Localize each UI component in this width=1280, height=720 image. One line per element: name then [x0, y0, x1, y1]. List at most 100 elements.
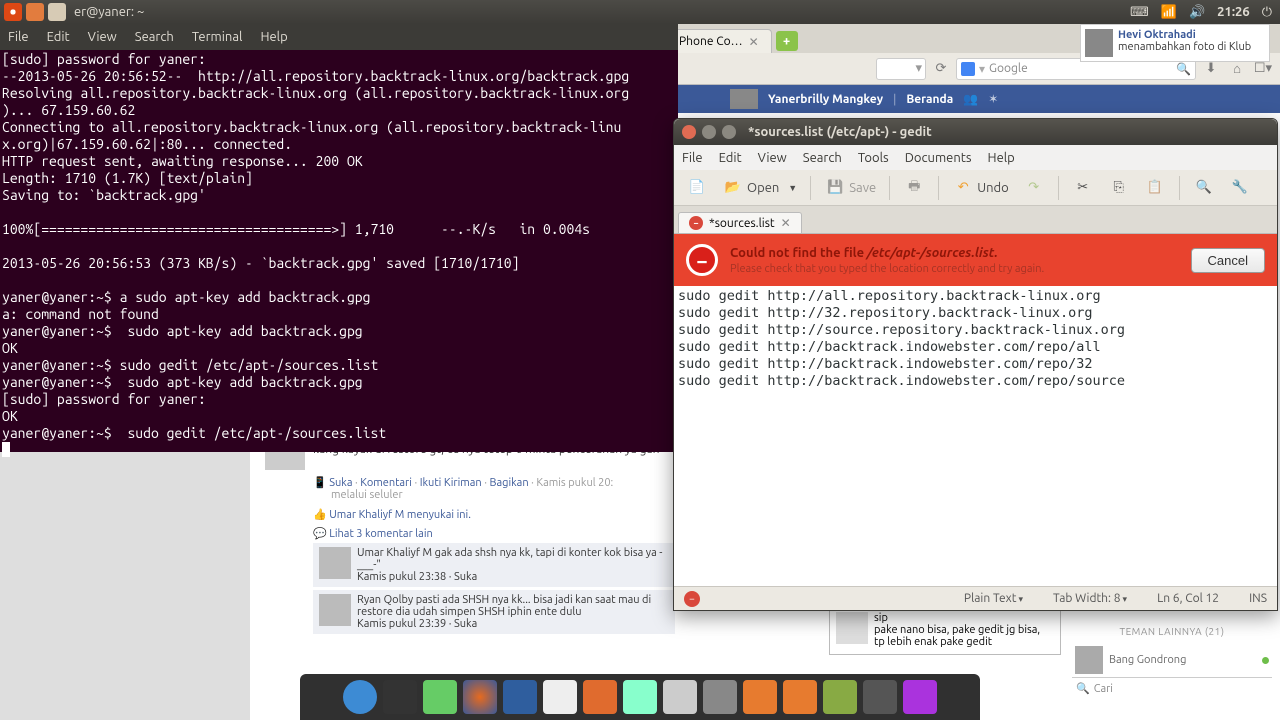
fb-home-link[interactable]: Beranda: [906, 93, 953, 106]
browser-tab[interactable]: Phone Co… ✕: [670, 29, 772, 53]
software-center-icon[interactable]: [583, 680, 617, 714]
keyboard-icon[interactable]: ⌨: [1130, 5, 1149, 20]
find-button[interactable]: 🔍: [1189, 174, 1219, 202]
terminal-output[interactable]: [sudo] password for yaner: --2013-05-26 …: [0, 50, 678, 462]
app-icon[interactable]: [823, 680, 857, 714]
app-icon[interactable]: [703, 680, 737, 714]
notif-name: Hevi Oktrahadi: [1118, 29, 1251, 41]
friends-icon[interactable]: 👥: [963, 92, 978, 106]
close-icon[interactable]: ✕: [781, 216, 791, 230]
error-path: /etc/apt-/sources.list.: [867, 246, 998, 260]
notification-toast[interactable]: Hevi Oktrahadi menambahkan foto di Klub: [1080, 24, 1270, 62]
url-bar-end[interactable]: ▾: [876, 58, 926, 80]
new-button[interactable]: 📄: [682, 174, 712, 202]
error-infobar: − Could not find the file /etc/apt-/sour…: [674, 234, 1277, 286]
settings-icon[interactable]: ✶: [988, 92, 998, 106]
gedit-toolbar: 📄 📂Open▼ 💾Save 🖶 ↶Undo ↷ ✂ ⎘ 📋 🔍 🔧: [674, 170, 1277, 206]
menu-edit[interactable]: Edit: [719, 151, 742, 165]
more-comments-link[interactable]: 💬 Lihat 3 komentar lain: [313, 524, 675, 543]
search-icon[interactable]: 🔍: [1176, 62, 1191, 76]
comment-author[interactable]: Ryan Qolby: [357, 594, 413, 606]
menu-terminal[interactable]: Terminal: [192, 29, 243, 46]
menu-tools[interactable]: Tools: [858, 151, 889, 165]
minimize-icon[interactable]: [702, 125, 716, 139]
ubuntu-icon[interactable]: [4, 3, 22, 21]
files-icon[interactable]: [623, 680, 657, 714]
app-icon[interactable]: [543, 680, 577, 714]
chat-search[interactable]: 🔍 Cari: [1072, 677, 1272, 699]
gedit-icon[interactable]: [423, 680, 457, 714]
print-button[interactable]: 🖶: [899, 174, 929, 202]
menu-help[interactable]: Help: [988, 151, 1015, 165]
chat-window[interactable]: sip pake nano bisa, pake gedit jg bisa, …: [829, 605, 1061, 655]
menu-search[interactable]: Search: [135, 29, 174, 46]
thunderbird-icon[interactable]: [503, 680, 537, 714]
close-icon[interactable]: ✕: [749, 35, 763, 49]
firefox-icon[interactable]: [463, 680, 497, 714]
editor-textarea[interactable]: sudo gedit http://all.repository.backtra…: [674, 286, 1277, 586]
menu-search[interactable]: Search: [803, 151, 842, 165]
replace-icon: 🔧: [1229, 177, 1251, 199]
paste-button[interactable]: 📋: [1140, 174, 1170, 202]
like-link[interactable]: Suka: [329, 477, 352, 489]
redo-button[interactable]: ↷: [1019, 174, 1049, 202]
tabwidth-selector[interactable]: Tab Width: 8: [1053, 592, 1127, 605]
menu-edit[interactable]: Edit: [47, 29, 70, 46]
close-icon[interactable]: [682, 125, 696, 139]
fb-username[interactable]: Yanerbrilly Mangkey: [768, 93, 883, 106]
save-button[interactable]: 💾Save: [820, 174, 880, 202]
avatar[interactable]: [319, 547, 351, 579]
clock[interactable]: 21:26: [1217, 5, 1250, 19]
new-file-icon: 📄: [686, 177, 708, 199]
language-selector[interactable]: Plain Text: [964, 592, 1023, 605]
volume-icon[interactable]: 🔊: [1189, 5, 1205, 20]
menu-help[interactable]: Help: [260, 29, 287, 46]
gedit-title-text: *sources.list (/etc/apt-) - gedit: [748, 125, 932, 139]
gedit-titlebar[interactable]: *sources.list (/etc/apt-) - gedit: [674, 119, 1277, 145]
comment-link[interactable]: Komentari: [360, 477, 412, 489]
tab-label: Phone Co…: [679, 35, 743, 48]
replace-button[interactable]: 🔧: [1225, 174, 1255, 202]
likes-row[interactable]: 👍 Umar Khaliyf M menyukai ini.: [313, 505, 675, 524]
new-tab-button[interactable]: +: [776, 31, 798, 51]
files-icon[interactable]: [26, 3, 44, 21]
copy-button[interactable]: ⎘: [1104, 174, 1134, 202]
menu-documents[interactable]: Documents: [905, 151, 972, 165]
reload-icon[interactable]: ⟳: [930, 58, 952, 80]
document-tab[interactable]: − *sources.list ✕: [678, 212, 802, 233]
comment-author[interactable]: Umar Khaliyf M: [357, 547, 432, 559]
menu-view[interactable]: View: [88, 29, 117, 46]
menu-view[interactable]: View: [758, 151, 787, 165]
cancel-button[interactable]: Cancel: [1191, 248, 1265, 273]
maximize-icon[interactable]: [722, 125, 736, 139]
open-button[interactable]: 📂Open▼: [718, 174, 801, 202]
terminal-icon[interactable]: [383, 680, 417, 714]
app-icon[interactable]: [48, 3, 66, 21]
avatar: [1075, 646, 1103, 674]
error-icon: −: [684, 591, 700, 607]
accessibility-icon[interactable]: [343, 680, 377, 714]
follow-link[interactable]: Ikuti Kiriman: [420, 477, 482, 489]
comment: Umar Khaliyf M gak ada shsh nya kk, tapi…: [313, 543, 675, 587]
buddy-item[interactable]: Bang Gondrong: [1072, 643, 1272, 677]
menu-file[interactable]: File: [8, 29, 29, 46]
post-time: Kamis pukul 20:: [536, 477, 613, 489]
wifi-icon[interactable]: 📶: [1161, 5, 1177, 20]
tab-label: *sources.list: [709, 217, 775, 230]
calculator-icon[interactable]: [663, 680, 697, 714]
gedit-tabbar: − *sources.list ✕: [674, 206, 1277, 234]
share-link[interactable]: Bagikan: [490, 477, 529, 489]
avatar[interactable]: [319, 594, 351, 626]
search-icon: 🔍: [1076, 682, 1090, 695]
gedit-window[interactable]: *sources.list (/etc/apt-) - gedit File E…: [673, 118, 1278, 611]
menu-file[interactable]: File: [682, 151, 703, 165]
gedit-statusbar: − Plain Text Tab Width: 8 Ln 6, Col 12 I…: [674, 586, 1277, 610]
undo-button[interactable]: ↶Undo: [948, 174, 1013, 202]
folder-icon[interactable]: [743, 680, 777, 714]
download-icon[interactable]: [783, 680, 817, 714]
terminal-window[interactable]: File Edit View Search Terminal Help [sud…: [0, 24, 678, 452]
power-icon[interactable]: ⏻: [1262, 5, 1272, 20]
app-icon[interactable]: [903, 680, 937, 714]
screenshot-icon[interactable]: [863, 680, 897, 714]
cut-button[interactable]: ✂: [1068, 174, 1098, 202]
